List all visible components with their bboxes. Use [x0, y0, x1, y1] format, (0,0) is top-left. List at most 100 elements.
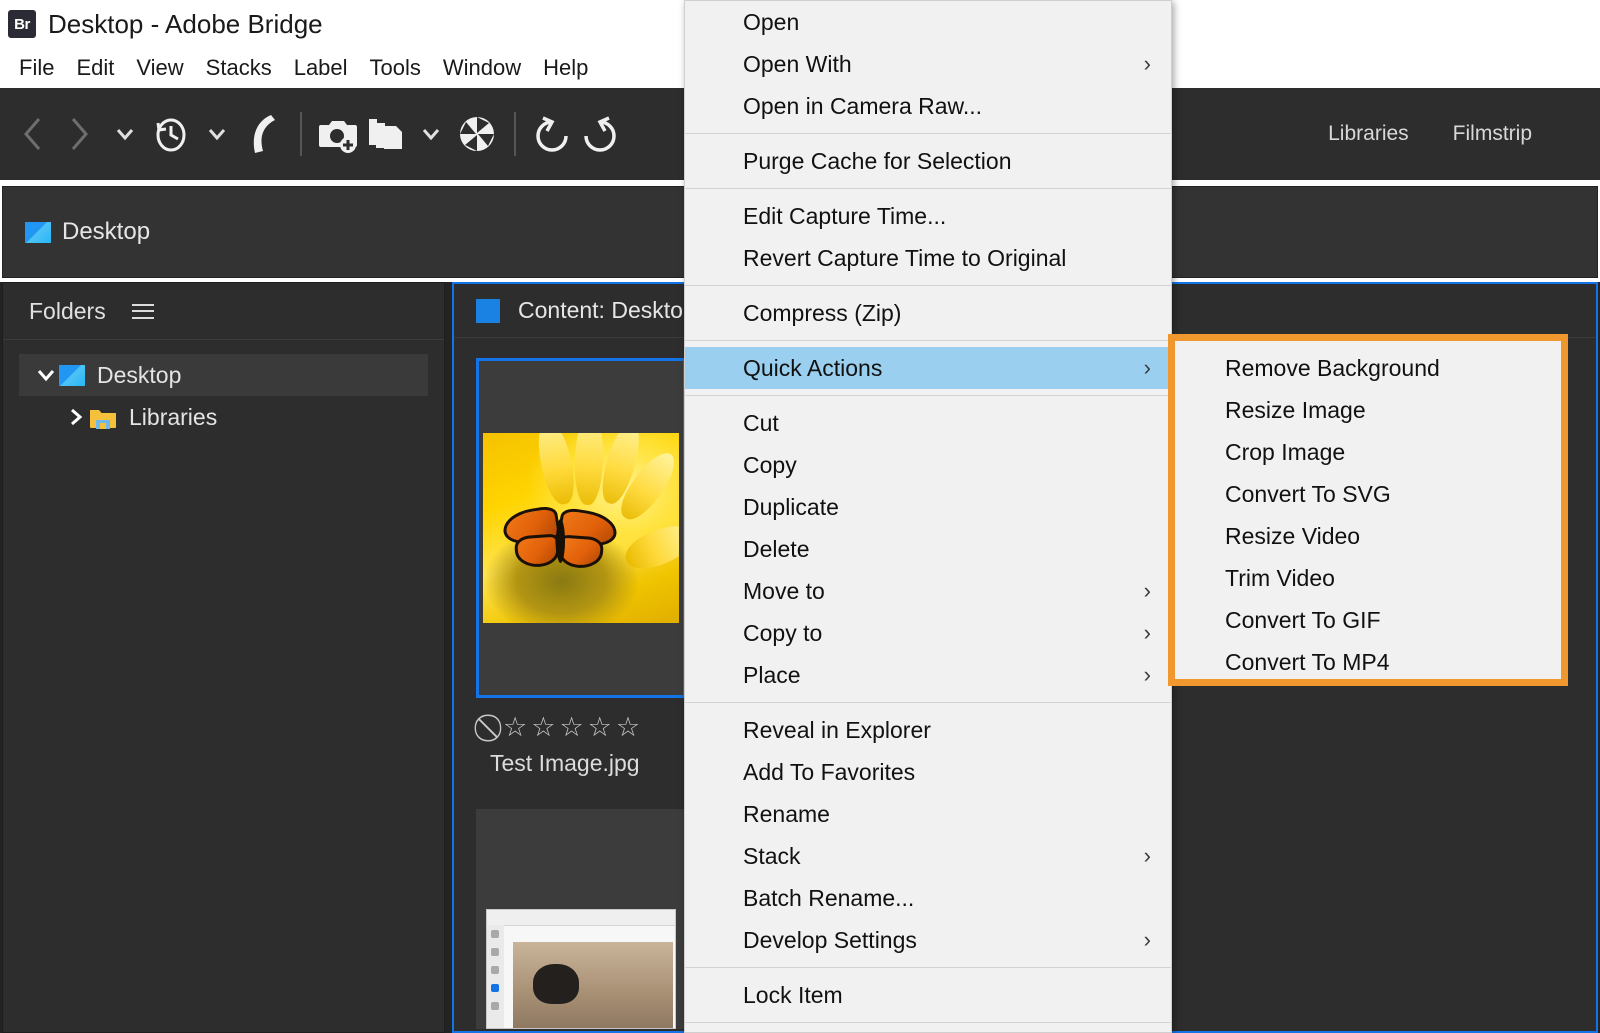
chevron-down-icon[interactable]: [102, 109, 148, 159]
menu-help[interactable]: Help: [532, 53, 599, 83]
quick-actions-submenu-annotation: Remove Background Resize Image Crop Imag…: [1168, 334, 1568, 686]
context-menu-item-delete[interactable]: Delete: [685, 528, 1171, 570]
chevron-right-icon: ›: [1143, 51, 1151, 76]
menu-stacks[interactable]: Stacks: [195, 53, 283, 83]
submenu-item-remove-background[interactable]: Remove Background: [1175, 347, 1561, 389]
folders-panel: Folders Desktop Libraries: [2, 282, 445, 1033]
submenu-item-crop-image[interactable]: Crop Image: [1175, 431, 1561, 473]
menu-separator: [685, 133, 1171, 134]
folder-tree-item-libraries[interactable]: Libraries: [19, 396, 428, 438]
context-menu-item-rename[interactable]: Rename: [685, 793, 1171, 835]
context-menu-item-stack[interactable]: Stack ›: [685, 835, 1171, 877]
rotate-counterclockwise-icon[interactable]: [530, 109, 576, 159]
content-panel-title: Content: Desktop: [518, 297, 696, 323]
folder-tree-label-desktop: Desktop: [97, 361, 182, 388]
star-icon[interactable]: ☆: [616, 713, 640, 741]
menu-view[interactable]: View: [125, 53, 194, 83]
thumbnail-image-screenshot: [486, 909, 676, 1029]
menu-window[interactable]: Window: [432, 53, 532, 83]
submenu-item-resize-image[interactable]: Resize Image: [1175, 389, 1561, 431]
menu-separator: [685, 967, 1171, 968]
context-menu-item-edit-capture-time[interactable]: Edit Capture Time...: [685, 195, 1171, 237]
menu-file[interactable]: File: [8, 53, 65, 83]
context-menu-item-copy-to[interactable]: Copy to ›: [685, 612, 1171, 654]
forward-arrow-icon[interactable]: [56, 109, 102, 159]
chevron-right-icon: ›: [1143, 620, 1151, 645]
context-menu-label: Move to: [743, 577, 825, 604]
recent-history-clock-icon[interactable]: [148, 109, 194, 159]
submenu-item-trim-video[interactable]: Trim Video: [1175, 557, 1561, 599]
context-menu-item-quick-actions[interactable]: Quick Actions ›: [685, 347, 1171, 389]
batch-copies-chevron-down-icon[interactable]: [408, 109, 454, 159]
chevron-right-icon[interactable]: [63, 404, 89, 430]
toolbar-separator: [514, 112, 516, 156]
toolbar-separator: [300, 112, 302, 156]
submenu-item-convert-to-svg[interactable]: Convert To SVG: [1175, 473, 1561, 515]
star-icon[interactable]: ☆: [588, 713, 612, 741]
context-menu-label: Develop Settings: [743, 926, 917, 953]
context-menu-item-add-to-favorites[interactable]: Add To Favorites: [685, 751, 1171, 793]
workspace-tab-filmstrip[interactable]: Filmstrip: [1431, 122, 1554, 146]
star-icon[interactable]: ☆: [531, 713, 555, 741]
submenu-item-resize-video[interactable]: Resize Video: [1175, 515, 1561, 557]
recent-history-chevron-down-icon[interactable]: [194, 109, 240, 159]
get-photos-from-camera-icon[interactable]: [316, 109, 362, 159]
hamburger-menu-icon[interactable]: [131, 303, 154, 319]
context-menu-label: Place: [743, 661, 801, 688]
chevron-down-icon[interactable]: [33, 362, 59, 388]
folder-tree-item-desktop[interactable]: Desktop: [19, 354, 428, 396]
context-menu: Open Open With › Open in Camera Raw... P…: [684, 0, 1172, 1033]
context-menu-label: Copy to: [743, 619, 823, 646]
thumbnail-rating-row[interactable]: ⃠ ☆ ☆ ☆ ☆ ☆: [494, 712, 688, 742]
chevron-right-icon: ›: [1143, 578, 1151, 603]
butterfly-graphic: [500, 504, 623, 575]
context-menu-item-place[interactable]: Place ›: [685, 654, 1171, 696]
menu-separator: [685, 395, 1171, 396]
star-icon[interactable]: ☆: [559, 713, 583, 741]
context-menu-item-duplicate[interactable]: Duplicate: [685, 486, 1171, 528]
camera-raw-aperture-icon[interactable]: [454, 109, 500, 159]
menu-separator: [685, 1022, 1171, 1023]
workspace-tab-libraries[interactable]: Libraries: [1306, 122, 1431, 146]
context-menu-item-move-to[interactable]: Move to ›: [685, 570, 1171, 612]
submenu-item-convert-to-gif[interactable]: Convert To GIF: [1175, 599, 1561, 641]
menu-tools[interactable]: Tools: [359, 53, 432, 83]
context-menu-item-open[interactable]: Open: [685, 1, 1171, 43]
context-menu-item-open-with[interactable]: Open With ›: [685, 43, 1171, 85]
context-menu-item-revert-capture-time-to-original[interactable]: Revert Capture Time to Original: [685, 237, 1171, 279]
context-menu-label: Quick Actions: [743, 354, 883, 381]
blue-square-icon: [476, 298, 500, 323]
chevron-right-icon: ›: [1143, 927, 1151, 952]
folder-icon: [89, 406, 117, 429]
menu-edit[interactable]: Edit: [65, 53, 125, 83]
context-menu-item-open-in-camera-raw[interactable]: Open in Camera Raw...: [685, 85, 1171, 127]
thumbnail-filename[interactable]: Test Image.jpg: [490, 750, 688, 777]
batch-copies-icon[interactable]: [362, 109, 408, 159]
menu-separator: [685, 285, 1171, 286]
menu-separator: [685, 188, 1171, 189]
back-arrow-icon[interactable]: [10, 109, 56, 159]
boomerang-icon[interactable]: [240, 109, 286, 159]
thumbnail-frame-selected[interactable]: [476, 358, 686, 698]
window-title: Desktop - Adobe Bridge: [48, 8, 323, 39]
menu-separator: [685, 340, 1171, 341]
context-menu-item-lock-item[interactable]: Lock Item: [685, 974, 1171, 1016]
context-menu-item-cut[interactable]: Cut: [685, 402, 1171, 444]
context-menu-item-copy[interactable]: Copy: [685, 444, 1171, 486]
menu-label[interactable]: Label: [283, 53, 359, 83]
rotate-clockwise-icon[interactable]: [576, 109, 622, 159]
context-menu-item-develop-settings[interactable]: Develop Settings ›: [685, 919, 1171, 961]
quick-actions-submenu: Remove Background Resize Image Crop Imag…: [1175, 341, 1561, 679]
context-menu-item-batch-rename[interactable]: Batch Rename...: [685, 877, 1171, 919]
desktop-icon: [59, 364, 85, 386]
thumbnail-image-butterfly-sunflower: [483, 433, 679, 623]
thumbnail-frame-second[interactable]: [476, 809, 686, 1029]
thumbnail-item[interactable]: ⃠ ☆ ☆ ☆ ☆ ☆ Test Image.jpg: [476, 358, 688, 1029]
star-icon[interactable]: ☆: [503, 713, 527, 741]
breadcrumb-label-desktop[interactable]: Desktop: [62, 218, 150, 246]
context-menu-item-purge-cache-for-selection[interactable]: Purge Cache for Selection: [685, 140, 1171, 182]
submenu-item-convert-to-mp4[interactable]: Convert To MP4: [1175, 641, 1561, 683]
context-menu-item-reveal-in-explorer[interactable]: Reveal in Explorer: [685, 709, 1171, 751]
folders-panel-header: Folders: [3, 283, 444, 340]
context-menu-item-compress-zip[interactable]: Compress (Zip): [685, 292, 1171, 334]
